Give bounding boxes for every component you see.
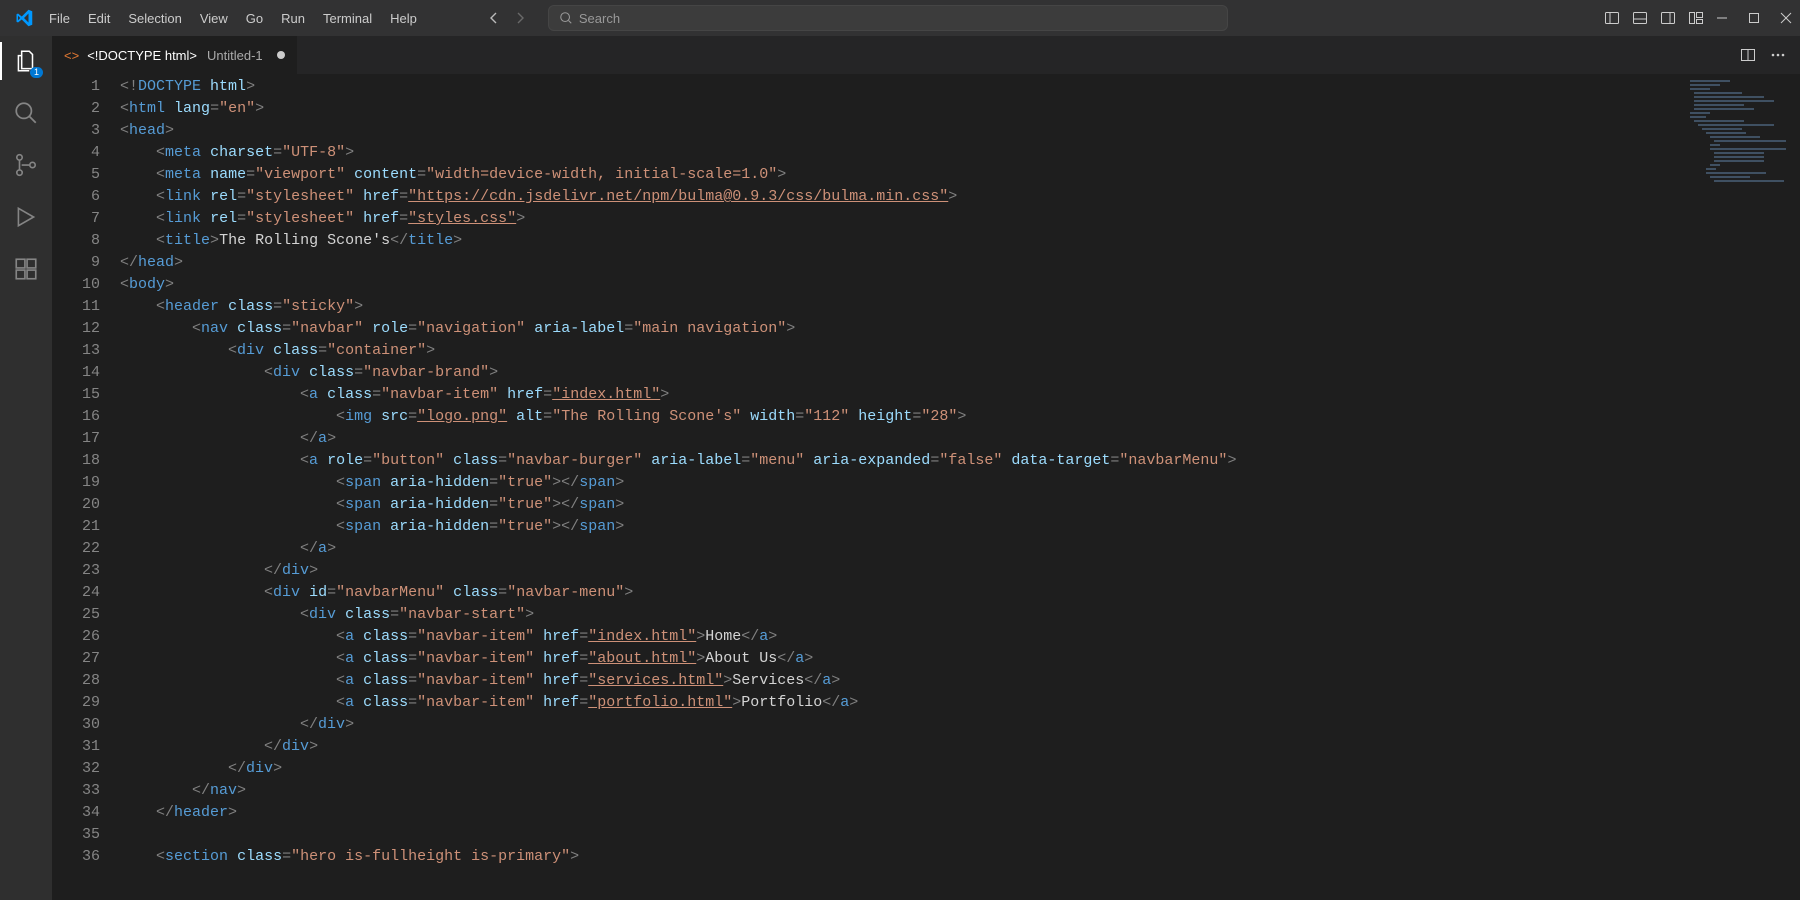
search-tab-icon[interactable] [11, 98, 41, 128]
tab-bar: <> <!DOCTYPE html> Untitled-1 [52, 36, 1800, 74]
tab-sublabel: Untitled-1 [207, 48, 263, 63]
source-control-icon[interactable] [11, 150, 41, 180]
vscode-logo-icon [8, 9, 40, 27]
search-placeholder: Search [579, 11, 620, 26]
html-file-icon: <> [64, 48, 79, 63]
menu-file[interactable]: File [40, 5, 79, 32]
line-number-gutter: 1234567891011121314151617181920212223242… [52, 74, 120, 900]
layout-sidebar-right-icon[interactable] [1660, 10, 1676, 26]
search-icon [559, 11, 573, 25]
menu-view[interactable]: View [191, 5, 237, 32]
nav-back-icon[interactable] [486, 10, 502, 26]
explorer-badge: 1 [30, 67, 43, 78]
nav-forward-icon[interactable] [512, 10, 528, 26]
code-editor[interactable]: 1234567891011121314151617181920212223242… [52, 74, 1800, 900]
title-bar: File Edit Selection View Go Run Terminal… [0, 0, 1800, 36]
window-maximize-icon[interactable] [1748, 12, 1760, 24]
more-actions-icon[interactable] [1770, 47, 1786, 63]
menu-help[interactable]: Help [381, 5, 426, 32]
unsaved-dot-icon [277, 51, 285, 59]
customize-layout-icon[interactable] [1688, 10, 1704, 26]
split-editor-icon[interactable] [1740, 47, 1756, 63]
code-content[interactable]: <!DOCTYPE html><html lang="en"><head> <m… [120, 74, 1800, 900]
window-minimize-icon[interactable] [1716, 12, 1728, 24]
menu-bar: File Edit Selection View Go Run Terminal… [40, 5, 426, 32]
menu-edit[interactable]: Edit [79, 5, 119, 32]
layout-sidebar-left-icon[interactable] [1604, 10, 1620, 26]
menu-run[interactable]: Run [272, 5, 314, 32]
activity-bar: 1 [0, 36, 52, 900]
menu-selection[interactable]: Selection [119, 5, 190, 32]
extensions-icon[interactable] [11, 254, 41, 284]
minimap[interactable] [1686, 78, 1786, 198]
tab-label: <!DOCTYPE html> [87, 48, 197, 63]
window-close-icon[interactable] [1780, 12, 1792, 24]
layout-panel-icon[interactable] [1632, 10, 1648, 26]
editor-area: <> <!DOCTYPE html> Untitled-1 1234567891… [52, 36, 1800, 900]
menu-go[interactable]: Go [237, 5, 272, 32]
tab-untitled-1[interactable]: <> <!DOCTYPE html> Untitled-1 [52, 36, 298, 74]
command-center[interactable]: Search [548, 5, 1228, 31]
run-debug-icon[interactable] [11, 202, 41, 232]
explorer-icon[interactable]: 1 [11, 46, 41, 76]
menu-terminal[interactable]: Terminal [314, 5, 381, 32]
